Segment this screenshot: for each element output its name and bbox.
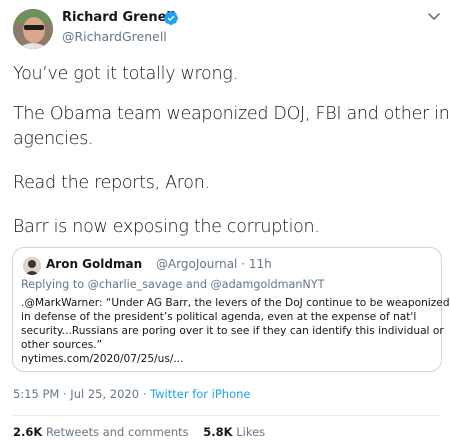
replying-to: Replying to @charlie_savage and @adamgol… (21, 278, 324, 291)
tweet-source-link[interactable]: Twitter for iPhone (150, 387, 251, 401)
quoted-text-line: .@MarkWarner: “Under AG Barr, the levers… (21, 297, 450, 309)
retweets-count: 2.6K (13, 425, 43, 439)
tweet-text-line: Read the reports, Aron. (13, 173, 210, 193)
tweet-stats: 2.6K Retweets and comments 5.8K Likes (13, 425, 265, 439)
retweets-stat[interactable]: 2.6K Retweets and comments (13, 425, 189, 439)
author-handle[interactable]: @RichardGrenell (62, 29, 167, 44)
quoted-text-line: in defense of the president’s political … (21, 311, 417, 323)
likes-label: Likes (232, 425, 266, 439)
quoted-author-name[interactable]: Aron Goldman (46, 257, 142, 271)
likes-stat[interactable]: 5.8K Likes (203, 425, 265, 439)
author-avatar-image (13, 9, 53, 49)
verified-badge-icon (163, 11, 178, 25)
quoted-author-handle-time: @ArgoJournal · 11h (156, 257, 272, 271)
tweet-card: Richard Grenell @RichardGrenell You’ve g… (0, 0, 450, 441)
tweet-text-line: You’ve got it totally wrong. (13, 64, 238, 84)
replying-to-prefix: Replying to (21, 278, 88, 291)
quoted-author-avatar-image (23, 257, 41, 275)
divider (13, 415, 440, 416)
author-name[interactable]: Richard Grenell (62, 10, 175, 25)
quoted-tweet[interactable]: Aron Goldman @ArgoJournal · 11h Replying… (12, 247, 450, 372)
chevron-down-icon[interactable] (427, 12, 441, 22)
retweets-label: Retweets and comments (42, 425, 189, 439)
quoted-author-avatar[interactable] (23, 257, 41, 275)
replying-to-mentions[interactable]: @charlie_savage and @adamgoldmanNYT (88, 278, 325, 291)
tweet-text-line: Barr is now exposing the corruption. (13, 217, 320, 237)
tweet-timestamp[interactable]: 5:15 PM · Jul 25, 2020 · (13, 387, 150, 401)
likes-count: 5.8K (203, 425, 233, 439)
quoted-link[interactable]: nytimes.com/2020/07/25/us/... (21, 353, 184, 365)
tweet-meta: 5:15 PM · Jul 25, 2020 · Twitter for iPh… (13, 387, 251, 401)
tweet-text-line: The Obama team weaponized DOJ, FBI and o… (13, 104, 450, 124)
tweet-text-line: agencies. (13, 129, 94, 149)
quoted-text-line: security...Russians are poring over it t… (21, 325, 444, 337)
author-avatar[interactable] (13, 9, 53, 49)
quoted-text-line: other sources.” (21, 339, 103, 351)
